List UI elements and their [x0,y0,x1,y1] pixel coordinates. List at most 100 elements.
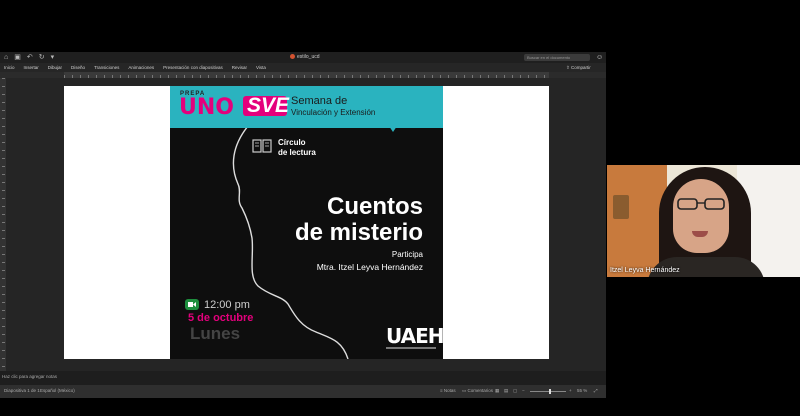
ruler-tick [2,182,5,183]
participant-face [673,179,729,253]
fit-slide-icon[interactable]: ⤢ [594,388,598,393]
document-title: estilo_ucd [290,53,320,62]
ruler-tick [2,286,5,287]
presenter-name: Mtra. Itzel Leyva Hernández [316,262,423,272]
ruler-tick [2,342,5,343]
language-indicator[interactable]: Español (México) [40,388,75,393]
ruler-tick [2,318,5,319]
circulo-de-lectura-label: Círculo de lectura [278,138,316,157]
ruler-tick [2,134,5,135]
ruler-tick [2,206,5,207]
ruler-tick [2,78,5,79]
sorter-view-icon[interactable]: ▤ [504,388,508,394]
ruler-tick [2,222,5,223]
slide-counter: Diapositiva 1 de 1 [4,388,40,393]
notes-icon: ≡ [440,388,443,393]
tab-inicio[interactable]: Inicio [4,65,15,70]
ruler-tick [2,102,5,103]
glasses-icon [677,198,725,210]
ruler-tick [2,126,5,127]
user-icon[interactable]: ☺ [596,53,603,62]
banner-notch [389,126,397,132]
tab-transiciones[interactable]: Transiciones [94,65,119,70]
vinculacion-text: Vinculación y Extensión [291,108,376,117]
uno-logo-text: UNO [179,95,234,120]
ruler-tick [2,350,5,351]
ribbon-tabs: Inicio Insertar Dibujar Diseño Transicio… [0,63,606,72]
powerpoint-icon [290,54,295,59]
ruler-tick [2,158,5,159]
event-day: Lunes [190,324,241,343]
zoom-in-icon[interactable]: + [569,388,572,393]
ruler-tick [2,190,5,191]
title-bar: ⌂ ▣ ↶ ↻ ▾ estilo_ucd Buscar en el docume… [0,52,606,63]
semana-text: Semana de [291,95,348,107]
search-input[interactable]: Buscar en el documento [524,54,590,61]
google-meet-icon [185,299,199,310]
tab-vista[interactable]: Vista [256,65,266,70]
ruler-tick [2,86,5,87]
tab-insertar[interactable]: Insertar [24,65,39,70]
tab-diseno[interactable]: Diseño [71,65,85,70]
notes-pane[interactable]: Haz clic para agregar notas [0,371,606,385]
status-bar: Diapositiva 1 de 1 Español (México) ≡ No… [0,385,606,398]
ruler-tick [2,294,5,295]
ruler-tick [2,230,5,231]
ruler-tick [2,246,5,247]
ruler-tick [2,238,5,239]
ruler-tick [2,174,5,175]
ruler-tick [2,150,5,151]
presentation-app-window: ⌂ ▣ ↶ ↻ ▾ estilo_ucd Buscar en el docume… [0,52,606,398]
undo-icon[interactable]: ↶ [27,53,33,62]
ruler-tick [2,310,5,311]
zoom-slider[interactable] [530,391,566,392]
tab-dibujar[interactable]: Dibujar [48,65,62,70]
ruler-tick [2,198,5,199]
notes-placeholder: Haz clic para agregar notas [2,374,58,379]
tab-animaciones[interactable]: Animaciones [128,65,154,70]
tab-presentacion[interactable]: Presentación con diapositivas [163,65,223,70]
zoom-out-icon[interactable]: − [522,388,525,393]
event-time: 12:00 pm [204,299,250,311]
ruler-tick [2,262,5,263]
background-shelf [613,195,629,219]
ruler-tick [2,110,5,111]
notes-button[interactable]: ≡ Notas [440,388,456,393]
ruler-tick [2,358,5,359]
participant-video-tile[interactable]: Itzel Leyva Hernández [607,165,800,277]
ruler-tick [2,254,5,255]
slide-canvas: PREPA UNO SVE Semana de Vinculación y Ex… [6,78,606,371]
ruler-tick [2,302,5,303]
comment-icon: ▭ [462,388,467,393]
background-wall [607,165,667,277]
more-icon[interactable]: ▾ [51,53,55,62]
event-poster-image[interactable]: PREPA UNO SVE Semana de Vinculación y Ex… [170,86,443,359]
slide[interactable]: PREPA UNO SVE Semana de Vinculación y Ex… [64,86,549,359]
ruler-tick [2,142,5,143]
poster-title: Cuentos de misterio [294,193,423,246]
redo-icon[interactable]: ↻ [39,53,45,62]
participa-label: Participa [391,250,423,259]
share-button[interactable]: ⇧ Compartir [566,63,591,72]
zoom-slider-handle[interactable] [549,389,551,394]
book-icon [252,139,272,153]
sve-logo-text: SVE [247,94,290,117]
quick-access-toolbar: ⌂ ▣ ↶ ↻ ▾ [4,53,54,62]
uaeh-logo: UAEH [386,324,443,348]
reading-view-icon[interactable]: ▢ [513,388,517,394]
ruler-tick [2,278,5,279]
ruler-tick [2,334,5,335]
ruler-tick [2,94,5,95]
participant-name: Itzel Leyva Hernández [610,267,680,274]
comments-button[interactable]: ▭ Comentarios [462,388,493,394]
ruler-tick [2,166,5,167]
normal-view-icon[interactable]: ▦ [495,388,499,394]
tab-revisar[interactable]: Revisar [232,65,247,70]
zoom-level[interactable]: 55 % [577,388,587,393]
ruler-tick [2,270,5,271]
ruler-tick [2,366,5,367]
home-icon[interactable]: ⌂ [4,53,8,62]
ruler-tick [2,214,5,215]
uaeh-logo-underline [386,347,436,349]
save-icon[interactable]: ▣ [14,53,21,62]
